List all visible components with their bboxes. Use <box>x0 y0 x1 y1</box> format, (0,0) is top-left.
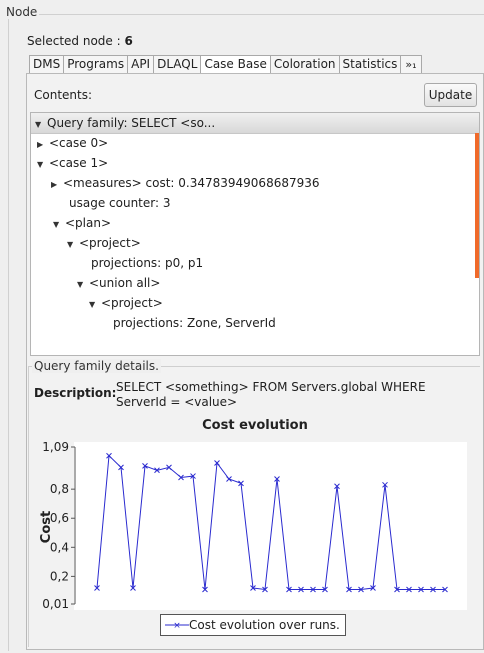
data-point <box>226 476 232 482</box>
legend-label: Cost evolution over runs. <box>189 618 340 632</box>
y-tick-label: 0,6 <box>50 511 69 525</box>
y-tick-label: 0,8 <box>50 482 69 496</box>
y-tick-label: 0,4 <box>50 540 69 554</box>
cost-evolution-chart: Cost evolution Cost 1,090,80,60,40,20,01 <box>39 418 448 611</box>
y-tick-label: 1,09 <box>42 440 69 454</box>
chart-legend: × Cost evolution over runs. <box>160 614 346 636</box>
svg-text:×: × <box>173 621 181 631</box>
y-tick-label: 0,01 <box>42 597 69 611</box>
chart-title: Cost evolution <box>202 418 308 433</box>
series-line <box>96 454 445 591</box>
legend-line-marker-icon: × <box>165 621 189 631</box>
y-tick-label: 0,2 <box>50 569 69 583</box>
